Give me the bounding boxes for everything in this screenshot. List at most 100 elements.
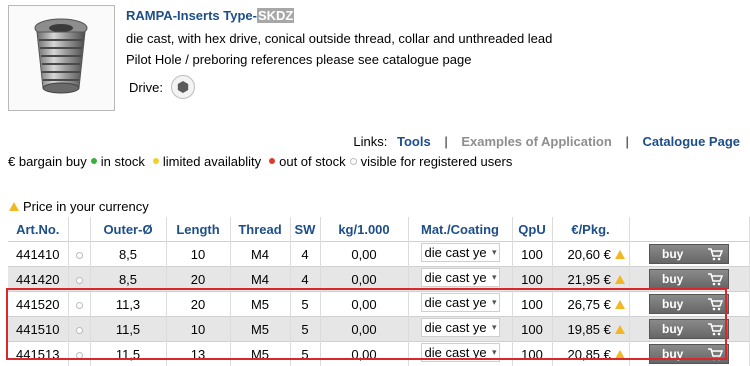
cell-weight: 0,00 [320,292,408,317]
cell-outer-diameter: 11,3 [90,292,166,317]
material-select-value: die cast ye [425,320,487,335]
cart-icon [707,247,723,261]
availability-dot-icon [76,277,83,284]
buy-button[interactable]: buy [649,269,729,289]
header-art-no[interactable]: Art.No. [8,217,68,242]
cell-sw: 4 [290,242,320,267]
legend-registered: visible for registered users [361,154,513,169]
cell-qpu: 100 [512,267,552,292]
table-row: 441420 8,5 20 M4 4 0,00 die cast ye▾ 100… [8,267,749,292]
buy-label: buy [662,322,683,336]
chevron-down-icon: ▾ [492,269,497,286]
cell-weight: 0,00 [320,317,408,342]
cart-icon [707,272,723,286]
buy-label: buy [662,272,683,286]
header-weight[interactable]: kg/1.000 [320,217,408,242]
cell-thread: M5 [230,317,290,342]
availability-legend: € bargain buy in stock limited availabli… [8,154,512,169]
material-select[interactable]: die cast ye ▾ [421,343,500,362]
cell-thread: M5 [230,342,290,366]
links-bar: Links: Tools | Examples of Application |… [353,134,740,149]
header-material-coating[interactable]: Mat./Coating [408,217,512,242]
cell-availability [68,317,90,342]
price-value: 19,85 € [568,322,611,337]
table-header-row: Art.No. Outer-Ø Length Thread SW kg/1.00… [8,217,749,242]
cell-material: die cast ye ▾ [408,267,512,292]
cell-weight: 0,00 [320,342,408,366]
material-select[interactable]: die cast ye ▾ [421,293,500,312]
legend-limited: limited availablity [163,154,261,169]
cell-availability [68,292,90,317]
product-type-highlight: SKDZ [257,8,294,23]
material-select[interactable]: die cast ye ▾ [421,268,500,287]
buy-button[interactable]: buy [649,244,729,264]
material-select[interactable]: die cast ye▾ [421,243,500,262]
buy-button[interactable]: buy [649,294,729,314]
cell-outer-diameter: 8,5 [90,242,166,267]
header-qpu[interactable]: QpU [512,217,552,242]
warning-triangle-icon [615,250,625,259]
cell-material: die cast ye ▾ [408,317,512,342]
links-label: Links: [353,134,387,149]
cart-icon [707,322,723,336]
material-select-value: die cast ye [425,345,487,360]
header-thread[interactable]: Thread [230,217,290,242]
buy-label: buy [662,347,683,361]
chevron-down-icon: ▾ [492,344,497,361]
cell-availability [68,342,90,366]
cell-art-no: 441420 [8,267,68,292]
cell-qpu: 100 [512,342,552,366]
link-catalogue-page[interactable]: Catalogue Page [642,134,740,149]
cell-price: 26,75 € [552,292,629,317]
drive-info: Drive: [129,75,195,99]
warning-triangle-icon [615,350,625,359]
cell-art-no: 441510 [8,317,68,342]
cell-buy: buy [629,317,749,342]
cell-buy: buy [629,292,749,317]
chevron-down-icon: ▾ [492,319,497,336]
out-of-stock-dot-icon [269,158,275,164]
cell-length: 20 [166,292,230,317]
link-tools[interactable]: Tools [397,134,431,149]
buy-label: buy [662,297,683,311]
material-select-value: die cast ye [425,295,487,310]
cart-icon [707,297,723,311]
material-select[interactable]: die cast ye ▾ [421,318,500,337]
availability-dot-icon [76,352,83,359]
header-availability [68,217,90,242]
cell-sw: 5 [290,317,320,342]
links-separator: | [625,134,628,149]
material-select-value: die cast ye [425,270,487,285]
price-value: 20,60 € [568,247,611,262]
chevron-down-icon: ▾ [492,294,497,311]
cell-price: 20,85 € [552,342,629,366]
cell-sw: 5 [290,292,320,317]
cell-art-no: 441410 [8,242,68,267]
header-price[interactable]: €/Pkg. [552,217,629,242]
cell-buy: buy [629,267,749,292]
availability-dot-icon [76,252,83,259]
cell-availability [68,267,90,292]
cell-price: 19,85 € [552,317,629,342]
header-outer-diameter[interactable]: Outer-Ø [90,217,166,242]
header-sw[interactable]: SW [290,217,320,242]
legend-out-of-stock: out of stock [279,154,345,169]
warning-triangle-icon [615,300,625,309]
availability-dot-icon [76,327,83,334]
header-length[interactable]: Length [166,217,230,242]
pilot-hole-note: Pilot Hole / preboring references please… [126,52,471,67]
cell-sw: 4 [290,267,320,292]
cell-availability [68,242,90,267]
cell-buy: buy [629,342,749,366]
price-value: 20,85 € [568,347,611,362]
header-buy [629,217,749,242]
buy-label: buy [662,247,683,261]
price-value: 21,95 € [568,272,611,287]
cell-weight: 0,00 [320,242,408,267]
material-select-value: die cast ye [425,245,487,260]
buy-button[interactable]: buy [649,319,729,339]
product-title: RAMPA-Inserts Type-SKDZ [126,8,294,23]
link-examples-of-application[interactable]: Examples of Application [461,134,612,149]
buy-button[interactable]: buy [649,344,729,364]
cell-art-no: 441520 [8,292,68,317]
